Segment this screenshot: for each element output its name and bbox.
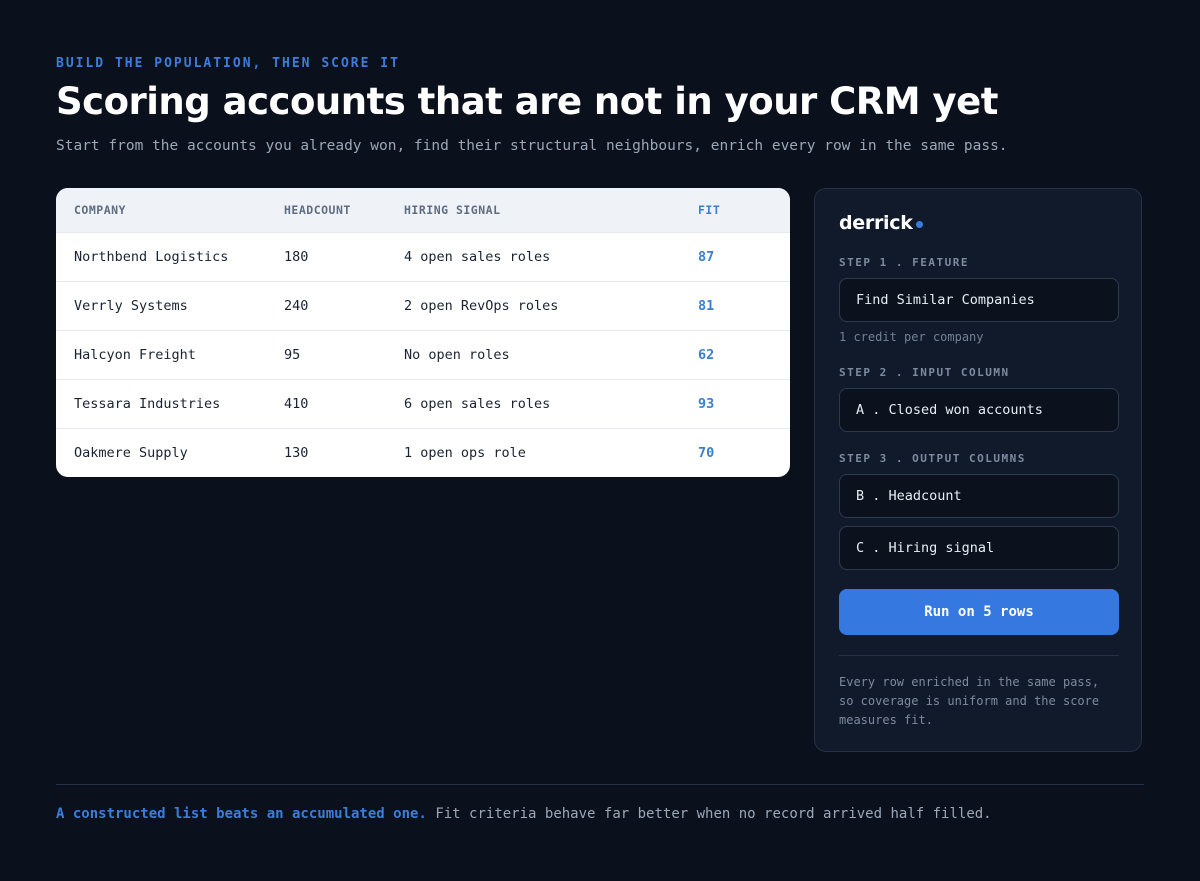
cell-company: Oakmere Supply: [74, 445, 188, 461]
output-column-value: B . Headcount: [856, 488, 962, 504]
output-column-hiring-signal[interactable]: C . Hiring signal: [839, 526, 1119, 570]
panel-footnote: Every row enriched in the same pass, so …: [839, 675, 1100, 727]
cell-hiring-signal: 6 open sales roles: [404, 396, 551, 412]
feature-select[interactable]: Find Similar Companies: [839, 278, 1119, 322]
input-column-select[interactable]: A . Closed won accounts: [839, 388, 1119, 432]
footer-text: Fit criteria behave far better when no r…: [435, 806, 992, 822]
credit-note: 1 credit per company: [839, 330, 984, 344]
step-3-label: STEP 3 . OUTPUT COLUMNS: [839, 452, 1026, 465]
cell-fit-score: 93: [698, 396, 715, 412]
cell-headcount: 240: [284, 298, 309, 314]
accounts-table: COMPANY HEADCOUNT HIRING SIGNAL FIT Nort…: [56, 188, 790, 477]
brand-logo: derrick: [839, 212, 913, 234]
footer-lead: A constructed list beats an accumulated …: [56, 806, 427, 822]
enrichment-panel: derrick STEP 1 . FEATURE Find Similar Co…: [814, 188, 1142, 752]
cell-fit-score: 87: [698, 249, 715, 265]
page-subtitle: Start from the accounts you already won,…: [56, 138, 1008, 154]
table-header: COMPANY HEADCOUNT HIRING SIGNAL FIT: [56, 188, 790, 232]
feature-select-value: Find Similar Companies: [856, 292, 1035, 308]
step-2-label: STEP 2 . INPUT COLUMN: [839, 366, 1010, 379]
table-row[interactable]: Northbend Logistics 180 4 open sales rol…: [56, 232, 790, 281]
cell-company: Northbend Logistics: [74, 249, 229, 265]
cell-headcount: 130: [284, 445, 309, 461]
eyebrow: BUILD THE POPULATION, THEN SCORE IT: [56, 56, 400, 71]
cell-hiring-signal: 4 open sales roles: [404, 249, 551, 265]
table-row[interactable]: Halcyon Freight 95 No open roles 62: [56, 330, 790, 379]
cell-fit-score: 81: [698, 298, 715, 314]
cell-fit-score: 62: [698, 347, 715, 363]
column-header-hiring-signal[interactable]: HIRING SIGNAL: [404, 203, 501, 217]
panel-divider: [839, 655, 1119, 656]
run-button[interactable]: Run on 5 rows: [839, 589, 1119, 635]
step-1-label: STEP 1 . FEATURE: [839, 256, 969, 269]
cell-hiring-signal: No open roles: [404, 347, 510, 363]
cell-headcount: 95: [284, 347, 301, 363]
cell-hiring-signal: 2 open RevOps roles: [404, 298, 559, 314]
table-row[interactable]: Verrly Systems 240 2 open RevOps roles 8…: [56, 281, 790, 330]
cell-headcount: 180: [284, 249, 309, 265]
input-column-value: A . Closed won accounts: [856, 402, 1043, 418]
column-header-company[interactable]: COMPANY: [74, 203, 126, 217]
column-header-headcount[interactable]: HEADCOUNT: [284, 203, 351, 217]
footer-divider: [56, 784, 1144, 785]
brand-dot-icon: [916, 221, 923, 228]
footer-caption: A constructed list beats an accumulated …: [56, 806, 992, 822]
page-title: Scoring accounts that are not in your CR…: [56, 80, 998, 123]
column-header-fit[interactable]: FIT: [698, 203, 720, 217]
cell-company: Tessara Industries: [74, 396, 221, 412]
cell-company: Verrly Systems: [74, 298, 188, 314]
cell-company: Halcyon Freight: [74, 347, 196, 363]
cell-headcount: 410: [284, 396, 309, 412]
cell-fit-score: 70: [698, 445, 715, 461]
cell-hiring-signal: 1 open ops role: [404, 445, 526, 461]
output-column-value: C . Hiring signal: [856, 540, 995, 556]
output-column-headcount[interactable]: B . Headcount: [839, 474, 1119, 518]
table-row[interactable]: Tessara Industries 410 6 open sales role…: [56, 379, 790, 428]
table-row[interactable]: Oakmere Supply 130 1 open ops role 70: [56, 428, 790, 477]
